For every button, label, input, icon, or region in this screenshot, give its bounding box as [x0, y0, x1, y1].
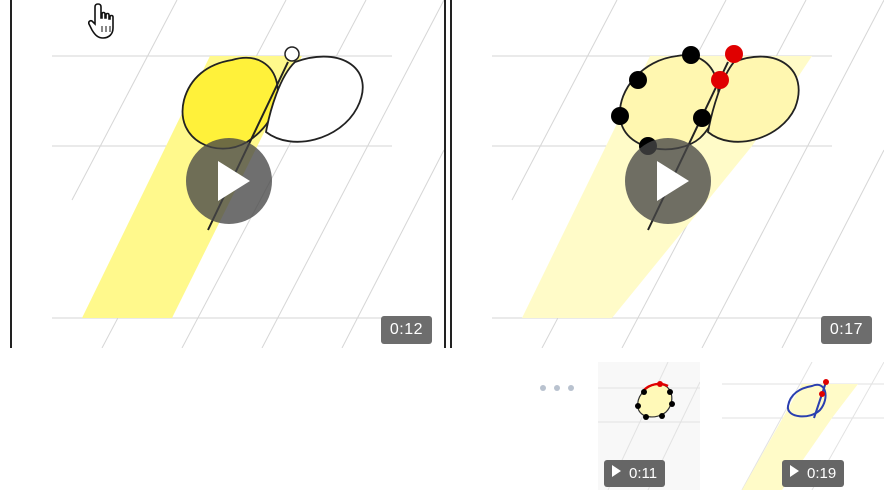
video-player-2[interactable]: 0:17 [450, 0, 884, 348]
video-player-1[interactable]: 0:12 [10, 0, 446, 348]
play-button[interactable] [625, 138, 711, 224]
related-video-thumbnail-1[interactable]: 0:11 [598, 362, 700, 490]
thumbnail-duration: 0:11 [604, 460, 666, 487]
play-icon [790, 465, 799, 477]
play-button[interactable] [186, 138, 272, 224]
more-dots-icon[interactable] [538, 382, 578, 394]
play-icon [612, 465, 621, 477]
hand-pointer-icon [87, 2, 120, 40]
video-duration: 0:12 [380, 316, 432, 344]
related-video-thumbnail-2[interactable]: 0:19 [722, 362, 884, 490]
video-duration: 0:17 [820, 316, 872, 344]
thumbnail-duration: 0:19 [782, 460, 845, 487]
